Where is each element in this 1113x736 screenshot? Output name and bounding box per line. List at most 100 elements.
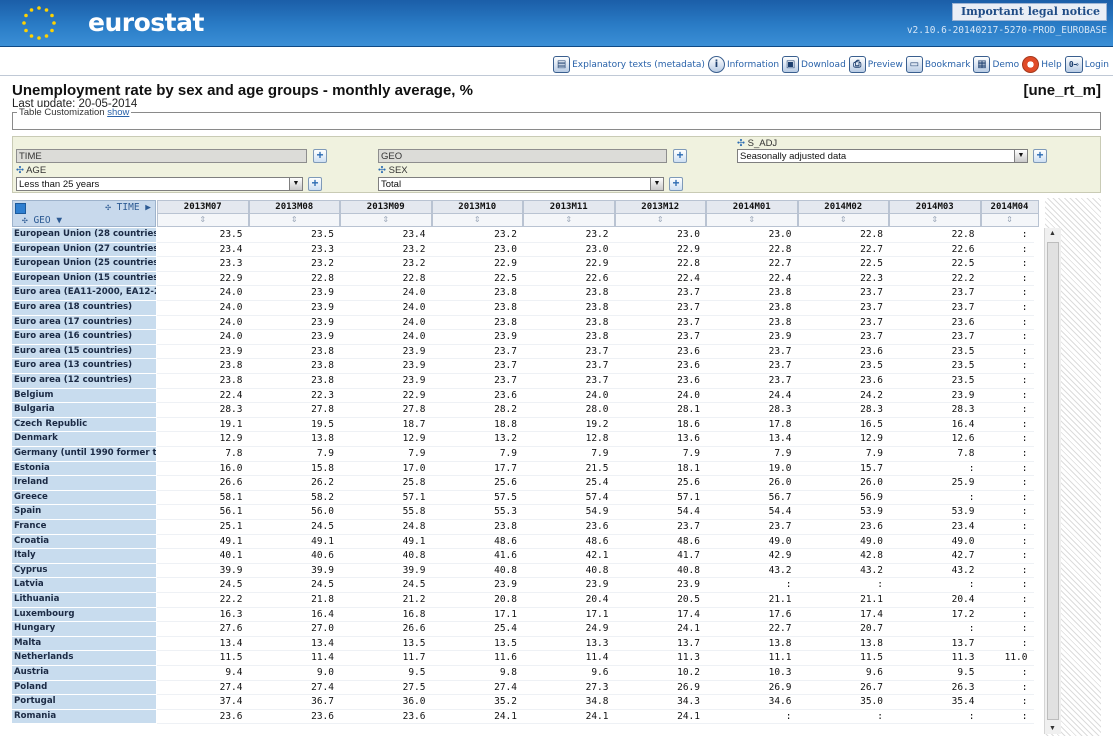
s-adj-move-icon[interactable]: ✣ — [737, 138, 745, 149]
row-header[interactable]: Belgium — [12, 388, 156, 404]
row-header[interactable]: Estonia — [12, 461, 156, 477]
table-cell: 49.0 — [706, 535, 798, 550]
row-header[interactable]: Euro area (12 countries) — [12, 374, 156, 389]
row-header[interactable]: Euro area (18 countries) — [12, 301, 156, 316]
sort-icon[interactable]: ⇕ — [706, 213, 798, 227]
row-header[interactable]: Netherlands — [12, 651, 156, 666]
sort-icon[interactable]: ⇕ — [248, 213, 340, 227]
row-header[interactable]: Denmark — [12, 432, 156, 447]
table-cell: 57.4 — [523, 491, 615, 506]
table-cell: 24.0 — [157, 286, 249, 301]
toolbar-bookmark-button[interactable]: ▭ Bookmark — [905, 56, 970, 73]
row-header[interactable]: European Union (27 countries) — [12, 242, 156, 258]
row-header[interactable]: Cyprus — [12, 563, 156, 579]
scrollbar-thumb[interactable] — [1047, 242, 1059, 720]
chevron-down-icon[interactable]: ▼ — [650, 178, 663, 190]
row-header[interactable]: Romania — [12, 709, 156, 725]
column-header[interactable]: 2014M01 — [706, 200, 798, 213]
column-header[interactable]: 2013M09 — [340, 200, 432, 213]
column-header[interactable]: 2014M04 — [980, 200, 1039, 213]
table-cell: 20.5 — [614, 593, 706, 608]
age-move-icon[interactable]: ✣ — [16, 165, 24, 176]
toolbar-print-preview-button[interactable]: ⎙ Preview — [848, 56, 903, 73]
sort-icon[interactable]: ⇕ — [431, 213, 523, 227]
sex-expand-button[interactable]: + — [669, 177, 683, 191]
table-cell: 13.2 — [431, 432, 523, 447]
row-header[interactable]: Hungary — [12, 622, 156, 637]
table-scrollbar[interactable]: ▲ ▼ — [1044, 228, 1061, 734]
time-expand-button[interactable]: + — [313, 149, 327, 163]
row-header[interactable]: Latvia — [12, 578, 156, 593]
column-header[interactable]: 2013M08 — [248, 200, 340, 213]
row-header[interactable]: Germany (until 1990 former terri — [12, 447, 156, 462]
row-header[interactable]: European Union (25 countries) — [12, 257, 156, 272]
toolbar-demo-button[interactable]: ▦ Demo — [973, 56, 1019, 73]
toolbar-login-button[interactable]: 0⊸ Login — [1064, 56, 1109, 73]
table-cell: 24.2 — [797, 389, 889, 404]
row-header[interactable]: Croatia — [12, 534, 156, 550]
table-cell: 11.6 — [431, 651, 523, 666]
time-dimension-box[interactable]: TIME — [16, 149, 307, 163]
geo-axis-header[interactable]: ✣ GEO ▼ — [22, 215, 62, 226]
geo-expand-button[interactable]: + — [673, 149, 687, 163]
table-cell: 17.1 — [431, 608, 523, 623]
chevron-down-icon[interactable]: ▼ — [289, 178, 302, 190]
toolbar: ▤ Explanatory texts (metadata) i Informatio… — [0, 48, 1113, 76]
geo-dimension-box[interactable]: GEO — [378, 149, 667, 163]
row-header[interactable]: Euro area (15 countries) — [12, 344, 156, 360]
row-header[interactable]: France — [12, 520, 156, 535]
age-expand-button[interactable]: + — [308, 177, 322, 191]
age-select[interactable]: Less than 25 years ▼ — [16, 177, 303, 191]
row-header[interactable]: Bulgaria — [12, 403, 156, 418]
row-header[interactable]: Spain — [12, 505, 156, 520]
row-header[interactable]: Greece — [12, 490, 156, 506]
time-axis-header[interactable]: ✣ TIME ▶ — [105, 202, 151, 213]
sort-icon[interactable]: ⇕ — [523, 213, 615, 227]
toolbar-help-button[interactable]: Help — [1022, 56, 1062, 73]
row-header[interactable]: Austria — [12, 666, 156, 681]
sex-move-icon[interactable]: ✣ — [378, 165, 386, 176]
row-header[interactable]: Euro area (16 countries) — [12, 330, 156, 345]
sort-icon[interactable]: ⇕ — [797, 213, 889, 227]
scroll-up-icon[interactable]: ▲ — [1049, 230, 1056, 237]
row-header[interactable]: Italy — [12, 549, 156, 564]
sex-select[interactable]: Total ▼ — [378, 177, 664, 191]
table-customization-show-link[interactable]: show — [107, 107, 129, 118]
column-header[interactable]: 2014M02 — [797, 200, 889, 213]
table-options-icon[interactable] — [15, 203, 26, 214]
chevron-down-icon[interactable]: ▼ — [1014, 150, 1027, 162]
row-header[interactable]: Euro area (EA11-2000, EA12-2006 — [12, 286, 156, 301]
column-header[interactable]: 2014M03 — [889, 200, 981, 213]
toolbar-info-button[interactable]: i Information — [707, 56, 779, 73]
sort-icon[interactable]: ⇕ — [980, 213, 1039, 227]
column-header[interactable]: 2013M10 — [431, 200, 523, 213]
s-adj-select[interactable]: Seasonally adjusted data ▼ — [737, 149, 1028, 163]
row-header[interactable]: Ireland — [12, 476, 156, 491]
column-header[interactable]: 2013M07 — [157, 200, 249, 213]
toolbar-download-button[interactable]: ▣ Download — [782, 56, 846, 73]
table-cell: 23.3 — [157, 257, 249, 272]
row-header[interactable]: Portugal — [12, 695, 156, 710]
scroll-down-icon[interactable]: ▼ — [1049, 725, 1056, 732]
table-cell: : — [889, 491, 981, 506]
row-header[interactable]: Malta — [12, 636, 156, 652]
legal-notice-link[interactable]: Important legal notice — [951, 3, 1107, 21]
table-cell: 23.6 — [614, 374, 706, 389]
row-header[interactable]: European Union (28 countries) — [12, 228, 156, 243]
column-header[interactable]: 2013M12 — [614, 200, 706, 213]
row-header[interactable]: European Union (15 countries) — [12, 271, 156, 287]
sort-icon[interactable]: ⇕ — [157, 213, 249, 227]
row-header[interactable]: Lithuania — [12, 593, 156, 608]
column-header[interactable]: 2013M11 — [523, 200, 615, 213]
row-header[interactable]: Euro area (13 countries) — [12, 359, 156, 374]
row-header[interactable]: Luxembourg — [12, 607, 156, 623]
sort-icon[interactable]: ⇕ — [340, 213, 432, 227]
sort-icon[interactable]: ⇕ — [614, 213, 706, 227]
row-header[interactable]: Euro area (17 countries) — [12, 315, 156, 331]
row-header[interactable]: Poland — [12, 680, 156, 696]
toolbar-metadata-button[interactable]: ▤ Explanatory texts (metadata) — [553, 56, 705, 73]
s-adj-expand-button[interactable]: + — [1033, 149, 1047, 163]
row-header[interactable]: Czech Republic — [12, 417, 156, 433]
sort-icon[interactable]: ⇕ — [889, 213, 981, 227]
table-cell: 11.3 — [889, 651, 981, 666]
